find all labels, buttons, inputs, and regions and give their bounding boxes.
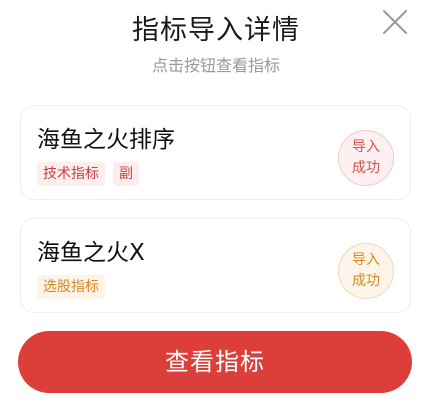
indicator-name: 海鱼之火排序 <box>37 127 175 153</box>
indicator-tags: 选股指标 <box>37 275 105 299</box>
dialog-title: 指标导入详情 <box>132 15 300 46</box>
import-success-stamp: 导入 成功 <box>338 130 394 186</box>
import-success-stamp: 导入 成功 <box>338 243 394 299</box>
indicator-tags: 技术指标 副 <box>37 162 139 186</box>
stamp-line: 导入 <box>352 139 380 155</box>
stamp-line: 导入 <box>352 252 380 268</box>
close-icon <box>383 10 407 34</box>
import-details-dialog: 指标导入详情 点击按钮查看指标 海鱼之火排序 技术指标 副 导入 成功 海鱼之火… <box>0 0 432 412</box>
view-indicators-button[interactable]: 查看指标 <box>18 331 412 393</box>
indicator-position-tag: 副 <box>113 162 139 186</box>
indicator-card: 海鱼之火排序 技术指标 副 导入 成功 <box>20 105 411 200</box>
stamp-line: 成功 <box>352 273 380 289</box>
indicator-type-tag: 技术指标 <box>37 162 105 186</box>
indicator-card: 海鱼之火X 选股指标 导入 成功 <box>20 218 411 313</box>
close-button[interactable] <box>380 7 410 37</box>
dialog-subtitle: 点击按钮查看指标 <box>151 56 280 75</box>
indicator-type-tag: 选股指标 <box>37 275 105 299</box>
indicator-name: 海鱼之火X <box>37 240 145 266</box>
stamp-line: 成功 <box>352 160 380 176</box>
